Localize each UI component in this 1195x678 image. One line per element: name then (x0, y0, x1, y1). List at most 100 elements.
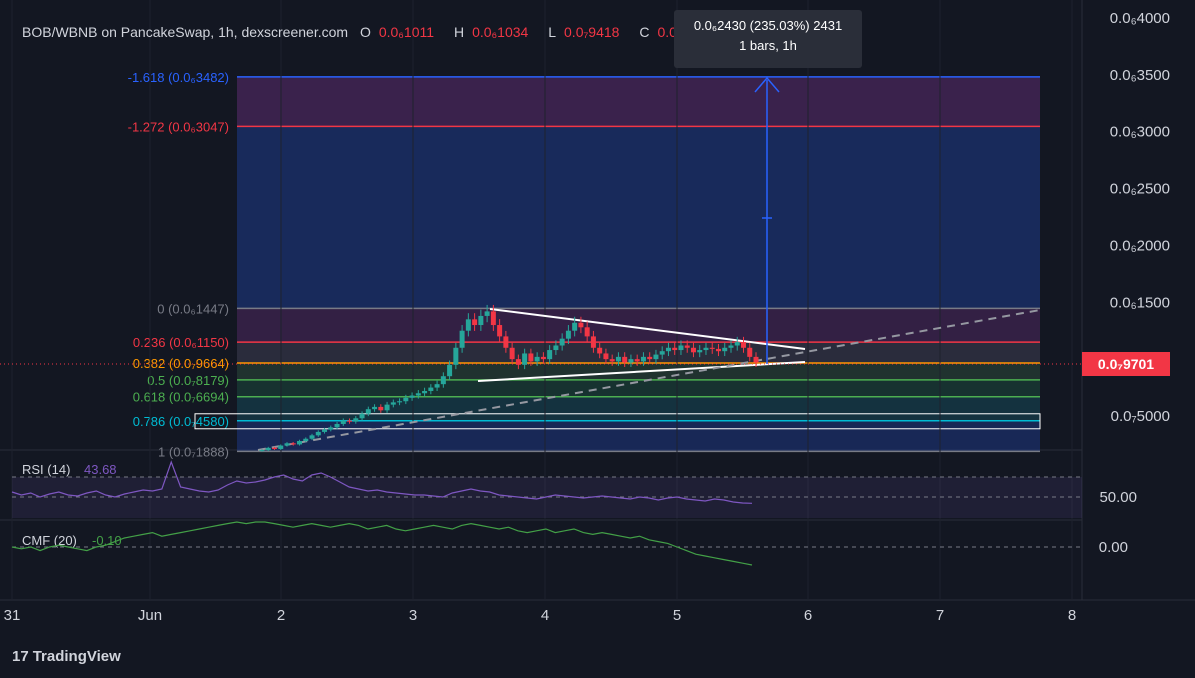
candle-body (303, 438, 309, 442)
pair-title: BOB/WBNB on PancakeSwap, 1h, dexscreener… (22, 24, 349, 40)
candle-body (372, 406, 378, 410)
candle-body (465, 319, 471, 331)
candle-body (415, 393, 421, 396)
candle-body (334, 423, 340, 428)
cmf-title: CMF (20) (22, 533, 77, 548)
candle-body (478, 315, 484, 326)
candle-body (347, 420, 353, 422)
candle-body (290, 443, 296, 445)
tradingview-label: TradingView (32, 648, 121, 665)
measure-tooltip: 0.0₆2430 (235.03%) 2431 1 bars, 1h (674, 10, 862, 68)
candle-body (503, 336, 509, 348)
fib-label--1.618: -1.618 (0.0₆3482) (128, 70, 229, 85)
y-tick-label: 0.0₆2000 (1110, 237, 1170, 254)
candle-body (403, 397, 409, 402)
candle-body (490, 311, 496, 326)
high-value: 0.0₆1034 (472, 24, 529, 40)
chart-canvas[interactable]: -1.618 (0.0₆3482) -1.272 (0.0₆3047) 0 (0.0… (0, 0, 1195, 678)
fib-label-0: 0 (0.0₆1447) (157, 301, 229, 316)
candle-body (565, 330, 571, 339)
x-tick-label: 31 (4, 607, 21, 624)
candle-body (628, 359, 634, 363)
candle-body (353, 418, 359, 422)
y-tick-label: 0.0₆2500 (1110, 181, 1170, 198)
candle-body (265, 447, 271, 451)
candle-body (390, 402, 396, 405)
candle-body (615, 356, 621, 362)
candle-body (647, 356, 653, 360)
candle-body (422, 390, 428, 394)
candle-body (559, 338, 565, 346)
tradingview-icon: 17 (12, 648, 29, 665)
close-label: C (639, 24, 650, 40)
candle-body (397, 401, 403, 403)
chart-header: BOB/WBNB on PancakeSwap, 1h, dexscreener… (22, 24, 729, 40)
x-tick-label: 8 (1068, 607, 1076, 624)
candle-body (272, 447, 278, 449)
candle-body (747, 347, 753, 357)
fib-zone-1 (237, 126, 1040, 309)
candle-body (572, 322, 578, 331)
candle-body (328, 427, 334, 430)
x-tick-label: 5 (673, 607, 681, 624)
candle-body (472, 319, 478, 326)
rsi-tick-label: 50.00 (1099, 489, 1137, 506)
candle-body (697, 350, 703, 353)
candle-body (440, 376, 446, 385)
open-value: 0.0₆1011 (378, 24, 435, 40)
candle-body (703, 347, 709, 351)
candle-body (409, 395, 415, 398)
x-tick-label: 7 (936, 607, 944, 624)
candle-body (590, 336, 596, 348)
candle-body (684, 345, 690, 348)
x-tick-label: Jun (138, 607, 162, 624)
fib-zone-0 (237, 76, 1040, 127)
fib-zone-6 (237, 396, 1040, 421)
candle-body (715, 348, 721, 352)
x-tick-label: 6 (804, 607, 812, 624)
candle-body (634, 359, 640, 362)
candle-body (484, 311, 490, 316)
candle-body (553, 345, 559, 351)
fib-label-0.236: 0.236 (0.0₆1150) (133, 335, 229, 350)
candle-body (340, 420, 346, 424)
candle-body (603, 353, 609, 360)
candle-body (622, 356, 628, 363)
candle-body (259, 450, 265, 452)
candle-body (509, 347, 515, 360)
candle-body (297, 441, 303, 445)
high-label: H (453, 24, 465, 40)
candle-body (497, 325, 503, 337)
candle-body (728, 345, 734, 348)
candle-body (659, 351, 665, 355)
y-tick-label: 0.0₆4000 (1110, 10, 1170, 27)
candle-body (534, 356, 540, 362)
fib-zone-7 (237, 420, 1040, 452)
y-tick-label: 0.0₆1500 (1110, 294, 1170, 311)
candle-body (740, 342, 746, 348)
candle-body (540, 356, 546, 360)
candle-body (709, 347, 715, 349)
candle-body (584, 327, 590, 337)
fib-label-0.5: 0.5 (0.0₇8179) (147, 373, 229, 388)
candle-body (384, 404, 390, 411)
fib-label-0.382: 0.382 (0.0₇9664) (133, 356, 229, 371)
cmf-tick-label: 0.00 (1099, 539, 1128, 556)
candle-body (528, 353, 534, 362)
x-tick-label: 3 (409, 607, 417, 624)
measure-tooltip-line2: 1 bars, 1h (739, 38, 797, 53)
candle-body (653, 354, 659, 360)
candle-body (278, 445, 284, 449)
candle-body (309, 435, 315, 439)
candle-body (453, 347, 459, 365)
x-tick-label: 2 (277, 607, 285, 624)
candle-body (690, 347, 696, 353)
candle-body (672, 347, 678, 351)
fib-zone-2 (237, 308, 1040, 343)
candle-body (597, 347, 603, 354)
candle-body (365, 409, 371, 414)
y-tick-label: 0.0₇5000 (1111, 408, 1170, 425)
current-price-badge: 0.0₇9701 (1082, 352, 1170, 376)
cmf-line (11, 521, 753, 566)
open-label: O (359, 24, 371, 40)
